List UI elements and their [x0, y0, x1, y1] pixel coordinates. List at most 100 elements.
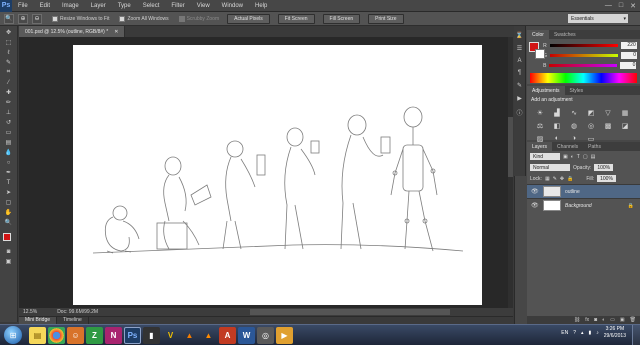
terminal-icon[interactable]: ▮	[143, 326, 160, 344]
scrollbar-thumb[interactable]	[508, 117, 513, 177]
hand-tool-icon[interactable]: ✋	[3, 208, 14, 217]
zoom-tool-icon[interactable]: 🔍	[3, 218, 14, 227]
crop-tool-icon[interactable]: ⌗	[3, 68, 14, 77]
quick-mask-icon[interactable]: ◙	[3, 247, 14, 256]
move-tool-icon[interactable]: ✥	[3, 28, 14, 37]
file-explorer-icon[interactable]: ▤	[29, 326, 46, 344]
fill-input[interactable]: 100%	[597, 175, 616, 182]
green-value[interactable]: 0	[621, 52, 637, 59]
red-value[interactable]: 220	[620, 42, 637, 49]
blend-mode-select[interactable]: Normal	[530, 164, 570, 171]
checkbox-box[interactable]	[119, 15, 126, 22]
gradient-tool-icon[interactable]: ▤	[3, 138, 14, 147]
tab-paths[interactable]: Paths	[583, 144, 606, 150]
blur-tool-icon[interactable]: 💧	[3, 148, 14, 157]
close-icon[interactable]: ✕	[114, 29, 118, 35]
menu-select[interactable]: Select	[137, 3, 166, 9]
foreground-color-swatch[interactable]	[2, 233, 11, 241]
paragraph-icon[interactable]: ¶	[518, 70, 521, 76]
menu-help[interactable]: Help	[249, 3, 273, 9]
menu-file[interactable]: File	[12, 3, 34, 9]
checkbox-box[interactable]	[52, 15, 58, 22]
blue-value[interactable]: 0	[620, 62, 637, 69]
character-icon[interactable]: A	[517, 58, 521, 64]
filter-pixel-icon[interactable]: ▣	[563, 154, 568, 160]
zoom-tool-icon[interactable]: 🔍	[4, 13, 14, 24]
eyedropper-tool-icon[interactable]: ⁄	[3, 78, 14, 87]
tab-styles[interactable]: Styles	[565, 88, 589, 94]
volume-icon[interactable]: ♪	[596, 330, 599, 336]
brush-tool-icon[interactable]: ✏	[3, 98, 14, 107]
eye-icon[interactable]: 👁	[531, 202, 539, 209]
lasso-tool-icon[interactable]: ℓ	[3, 48, 14, 57]
menu-type[interactable]: Type	[112, 3, 137, 9]
show-desktop-button[interactable]	[632, 325, 640, 345]
marquee-tool-icon[interactable]: ⬚	[3, 38, 14, 47]
pdf-reader-icon[interactable]: A	[219, 326, 236, 344]
workspace-select[interactable]: Essentials ▾	[568, 14, 628, 23]
close-button[interactable]: ✕	[630, 2, 636, 10]
new-group-icon[interactable]: ▭	[610, 317, 615, 323]
menu-view[interactable]: View	[191, 3, 216, 9]
healing-brush-tool-icon[interactable]: ✚	[3, 88, 14, 97]
screen-mode-icon[interactable]: ▣	[3, 257, 14, 266]
tab-channels[interactable]: Channels	[552, 144, 583, 150]
tab-mini-bridge[interactable]: Mini Bridge	[19, 317, 58, 324]
filter-smart-object-icon[interactable]: ▤	[591, 154, 596, 160]
show-hidden-icons-icon[interactable]: ▴	[581, 330, 584, 336]
vivid-v-icon[interactable]: V	[162, 327, 179, 344]
pen-tool-icon[interactable]: ✒	[3, 168, 14, 177]
type-tool-icon[interactable]: T	[3, 178, 14, 187]
filter-shape-icon[interactable]: ▢	[583, 154, 588, 160]
black-white-icon[interactable]: ◧	[552, 121, 562, 130]
filter-type-icon[interactable]: T	[577, 154, 580, 160]
zoom-out-icon[interactable]: ⊖	[32, 13, 42, 24]
opacity-input[interactable]: 100%	[594, 164, 614, 171]
tab-swatches[interactable]: Swatches	[549, 32, 581, 38]
chrome-icon[interactable]	[48, 326, 65, 344]
filter-adjustment-icon[interactable]: ◐	[571, 154, 574, 160]
vlc-icon[interactable]: ▲	[200, 327, 217, 344]
eye-icon[interactable]: 👁	[531, 188, 539, 195]
new-adjustment-icon[interactable]: ◐	[602, 317, 605, 323]
zoom-all-windows-checkbox[interactable]: Zoom All Windows	[119, 15, 169, 22]
tab-timeline[interactable]: Timeline	[57, 317, 89, 324]
menu-filter[interactable]: Filter	[165, 3, 190, 9]
link-layers-icon[interactable]: ⛓	[574, 317, 580, 323]
new-layer-icon[interactable]: ▣	[620, 317, 625, 323]
green-slider[interactable]	[550, 54, 618, 57]
exposure-icon[interactable]: ◩	[586, 108, 596, 117]
red-slider[interactable]	[549, 44, 618, 47]
color-spectrum[interactable]	[530, 73, 637, 83]
fit-screen-button[interactable]: Fit Screen	[277, 13, 315, 24]
lock-image-icon[interactable]: ✎	[553, 176, 557, 182]
layer-row-outline[interactable]: 👁 outline	[527, 184, 640, 198]
path-selection-tool-icon[interactable]: ➤	[3, 188, 14, 197]
add-mask-icon[interactable]: ◙	[594, 317, 597, 323]
language-indicator[interactable]: EN	[561, 330, 568, 336]
history-brush-tool-icon[interactable]: ↺	[3, 118, 14, 127]
levels-icon[interactable]: ▟	[552, 108, 562, 117]
lock-transparent-icon[interactable]: ▦	[545, 176, 550, 182]
tab-color[interactable]: Color	[527, 30, 549, 39]
canvas[interactable]	[73, 45, 482, 305]
zoom-level[interactable]: 12.5%	[23, 309, 37, 315]
properties-icon[interactable]: ☰	[517, 45, 522, 52]
photoshop-icon[interactable]: Ps	[124, 326, 141, 344]
layer-style-icon[interactable]: fx	[585, 317, 589, 323]
tab-adjustments[interactable]: Adjustments	[527, 86, 565, 95]
vibrance-icon[interactable]: ▽	[603, 108, 613, 117]
menu-image[interactable]: Image	[56, 3, 85, 9]
actual-pixels-button[interactable]: Actual Pixels	[227, 13, 270, 24]
app-icon[interactable]: ☺	[67, 326, 84, 344]
dodge-tool-icon[interactable]: ○	[3, 158, 14, 167]
info-icon[interactable]: ⓘ	[516, 108, 522, 117]
print-size-button[interactable]: Print Size	[368, 13, 404, 24]
triangle-app-icon[interactable]: ▲	[181, 327, 198, 344]
layer-row-background[interactable]: 👁 Background 🔒	[527, 198, 640, 212]
blue-slider[interactable]	[549, 64, 618, 67]
layer-filter-select[interactable]: Kind	[530, 153, 560, 160]
zoom-in-icon[interactable]: ⊕	[18, 13, 28, 24]
menu-window[interactable]: Window	[216, 3, 249, 9]
excel-like-icon[interactable]: Z	[86, 326, 103, 344]
